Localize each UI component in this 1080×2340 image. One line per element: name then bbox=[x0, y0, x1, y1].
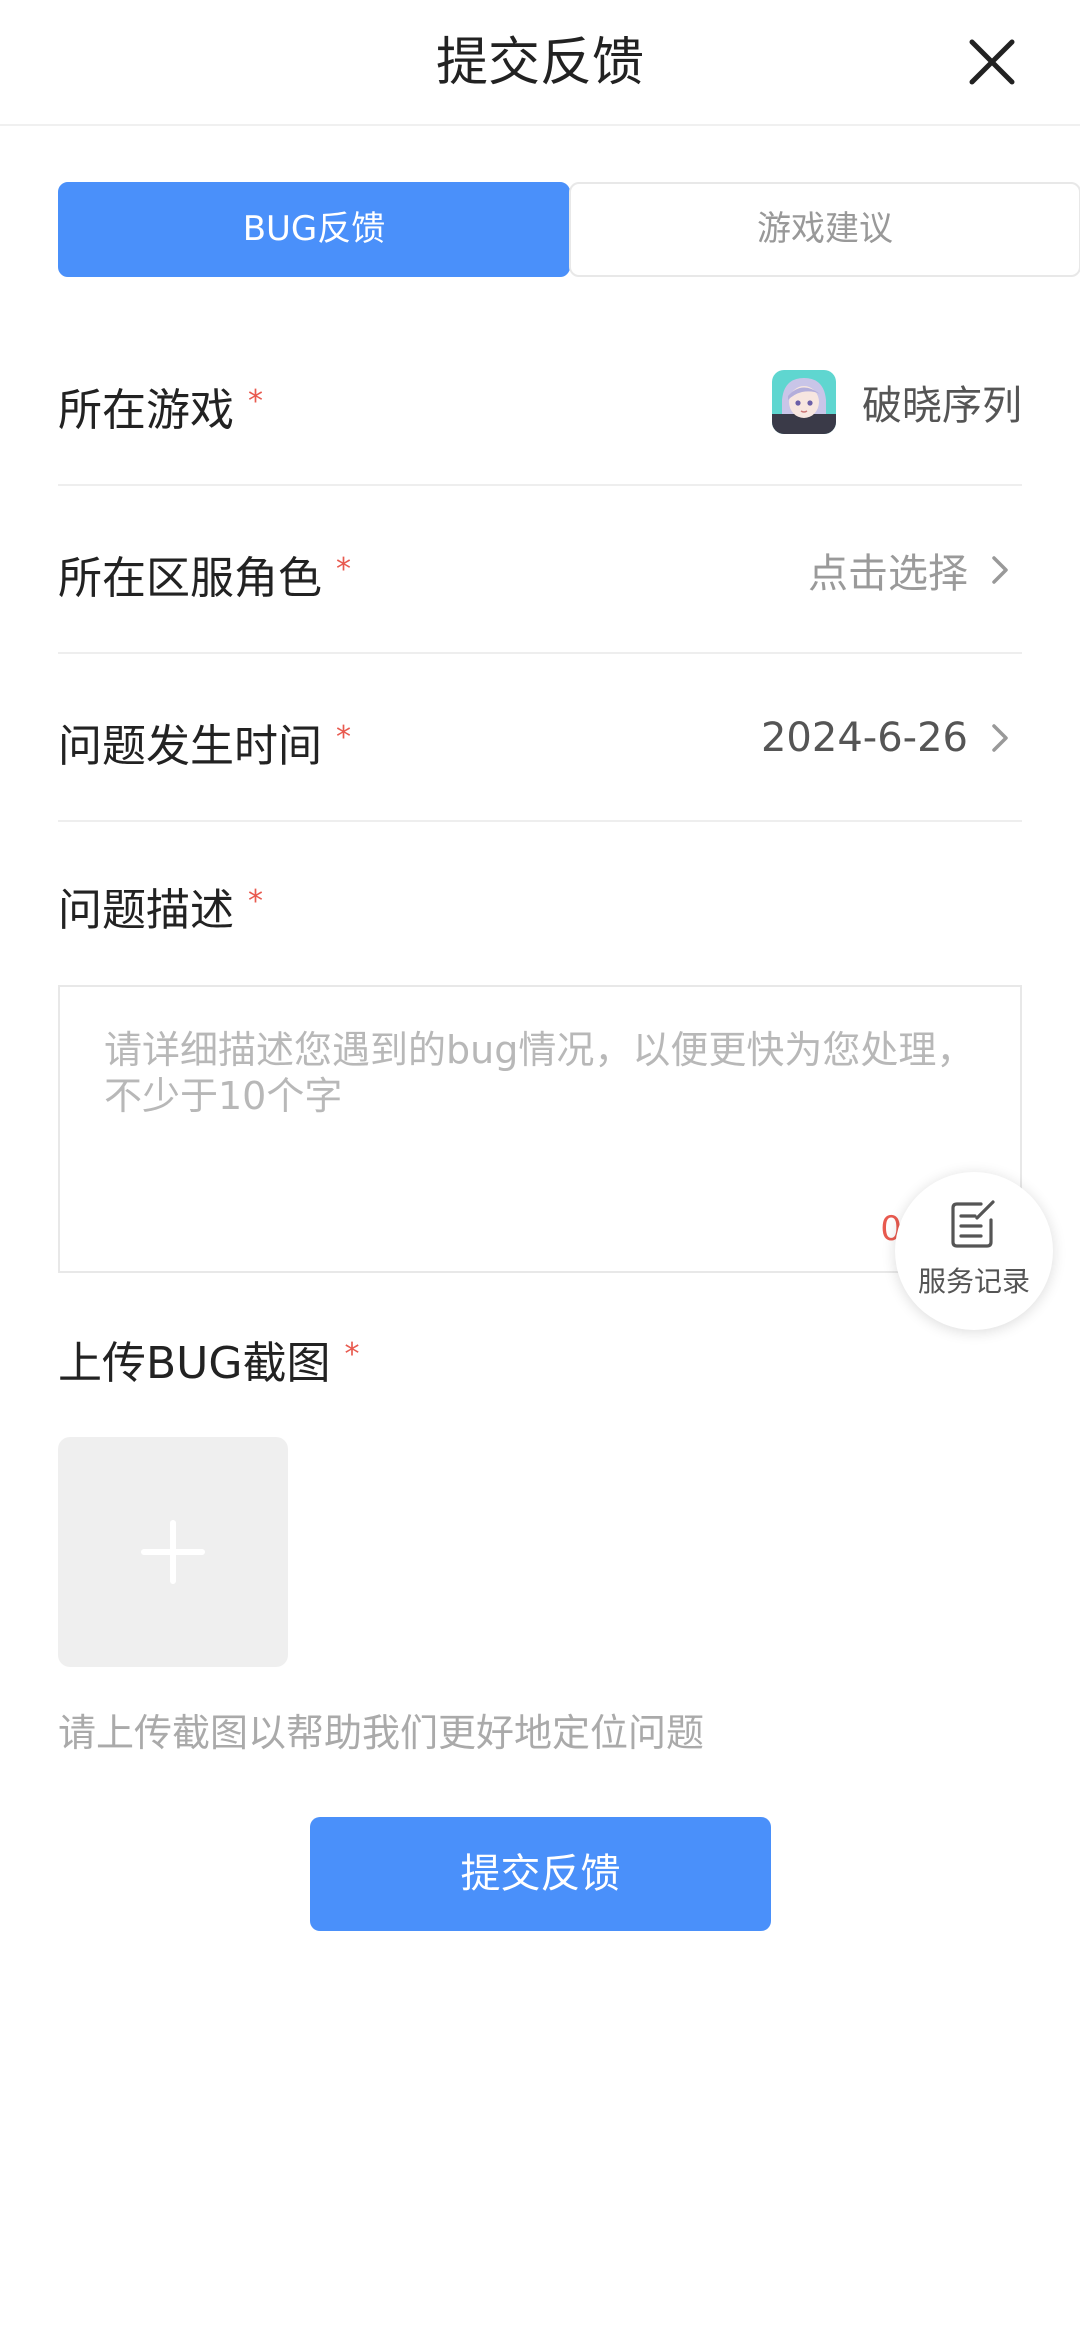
server-role-select[interactable]: 点击选择 bbox=[808, 486, 1022, 654]
edit-note-icon bbox=[951, 1200, 995, 1248]
required-mark: * bbox=[336, 552, 351, 587]
game-label: 所在游戏 * bbox=[58, 384, 263, 436]
required-mark: * bbox=[248, 884, 263, 919]
upload-screenshot-button[interactable] bbox=[58, 1437, 288, 1667]
header-bar: 提交反馈 bbox=[0, 0, 1080, 126]
description-textarea[interactable]: 请详细描述您遇到的bug情况，以便更快为您处理，不少于10个字 0 bbox=[58, 985, 1022, 1273]
required-mark: * bbox=[344, 1337, 360, 1372]
service-record-label: 服务记录 bbox=[917, 1265, 1030, 1298]
upload-label: 上传BUG截图 * bbox=[58, 1337, 360, 1389]
server-role-label: 所在区服角色 * bbox=[58, 552, 351, 604]
plus-icon bbox=[141, 1520, 205, 1584]
tab-game-suggestion[interactable]: 游戏建议 bbox=[569, 182, 1080, 277]
close-icon[interactable] bbox=[964, 34, 1020, 90]
page-title: 提交反馈 bbox=[435, 33, 644, 93]
game-value: 破晓序列 bbox=[772, 318, 1022, 486]
issue-time-label: 问题发生时间 * bbox=[58, 720, 351, 772]
issue-time-select[interactable]: 2024-6-26 bbox=[761, 654, 1022, 822]
description-placeholder: 请详细描述您遇到的bug情况，以便更快为您处理，不少于10个字 bbox=[104, 1028, 975, 1118]
description-label: 问题描述 * bbox=[58, 884, 263, 936]
upload-hint: 请上传截图以帮助我们更好地定位问题 bbox=[58, 1711, 705, 1755]
issue-time-row[interactable]: 问题发生时间 * 2024-6-26 bbox=[58, 654, 1022, 822]
server-role-row[interactable]: 所在区服角色 * 点击选择 bbox=[58, 486, 1022, 654]
required-mark: * bbox=[336, 720, 351, 755]
chevron-right-icon bbox=[992, 556, 1008, 584]
game-avatar-icon bbox=[772, 370, 836, 434]
chevron-right-icon bbox=[992, 724, 1008, 752]
required-mark: * bbox=[248, 384, 263, 419]
tab-bug-feedback[interactable]: BUG反馈 bbox=[58, 182, 570, 277]
game-row[interactable]: 所在游戏 * 破晓序列 bbox=[58, 318, 1022, 486]
submit-button[interactable]: 提交反馈 bbox=[310, 1817, 771, 1931]
service-record-button[interactable]: 服务记录 bbox=[895, 1172, 1053, 1330]
close-button[interactable] bbox=[964, 34, 1020, 90]
